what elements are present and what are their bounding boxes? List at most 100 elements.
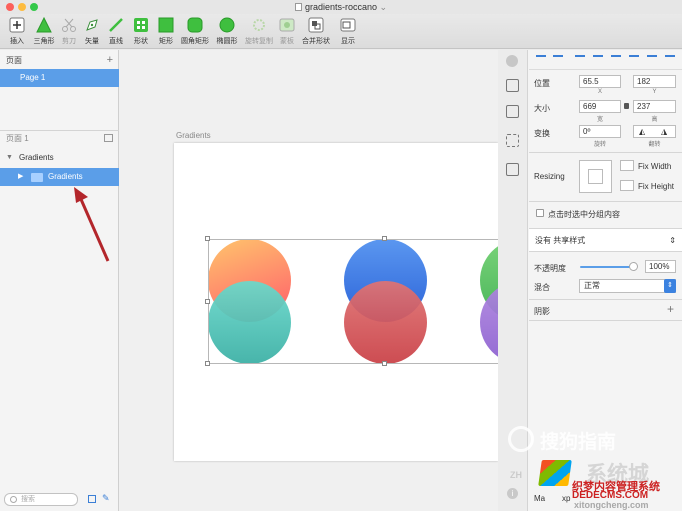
chevron-down-icon[interactable]: ⌄	[380, 2, 388, 12]
search-placeholder: 搜索	[21, 496, 35, 503]
edit-icon[interactable]: ✎	[102, 493, 110, 504]
divider	[529, 201, 682, 202]
resizing-inner-box	[588, 169, 603, 184]
opacity-slider[interactable]	[580, 266, 636, 268]
info-icon[interactable]: i	[507, 488, 518, 499]
divider	[529, 152, 682, 153]
export-icon[interactable]	[506, 79, 519, 92]
fix-width-icon[interactable]	[620, 160, 634, 171]
view-label: 显示	[341, 38, 355, 45]
rotation-sublabel: 旋转	[593, 142, 606, 148]
windows-logo-icon	[538, 460, 572, 486]
align-middle-icon[interactable]	[611, 55, 621, 65]
annotation-arrow	[74, 187, 110, 262]
height-sublabel: 高	[651, 117, 658, 123]
rectangle-icon	[158, 17, 174, 33]
resize-handle-top[interactable]	[382, 236, 387, 241]
resize-handle-top-left[interactable]	[205, 236, 210, 241]
fix-height-label[interactable]: Fix Height	[638, 182, 674, 191]
rounded-rectangle-label: 圆角矩形	[181, 38, 209, 45]
sogou-watermark: 搜狗指南	[540, 432, 617, 453]
layer-item-artboard[interactable]: ▼ Gradients	[0, 149, 119, 167]
position-label: 位置	[534, 79, 550, 88]
oval-icon	[219, 17, 235, 33]
plus-icon	[9, 17, 25, 33]
artboard-layer-label: Gradients	[19, 153, 54, 162]
align-top-icon[interactable]	[593, 55, 603, 65]
add-shadow-icon[interactable]: +	[667, 302, 674, 316]
disclosure-right-icon[interactable]: ▶	[18, 168, 23, 186]
artboard[interactable]	[174, 143, 498, 461]
layers-panel: 页面 + Page 1 页面 1 ▼ Gradients ▶ Gradients	[0, 50, 119, 511]
blend-label: 混合	[534, 283, 550, 292]
shared-style-select[interactable]: 没有 共享样式 ⇕	[529, 228, 682, 252]
shapes-icon	[134, 18, 148, 32]
blend-mode-value: 正常	[584, 281, 600, 290]
x-input[interactable]: 65.5	[579, 75, 621, 88]
width-sublabel: 宽	[596, 117, 603, 123]
rotate-copy-icon	[253, 19, 265, 31]
export-label-partial: Ma	[534, 494, 546, 503]
layers-header: 页面 1	[0, 130, 119, 147]
resize-handle-bottom-left[interactable]	[205, 361, 210, 366]
resizing-control[interactable]	[579, 160, 612, 193]
add-page-icon[interactable]: +	[107, 52, 113, 69]
distribute-horizontal-icon[interactable]	[647, 55, 657, 65]
flip-vertical-icon[interactable]: ◮	[661, 127, 667, 136]
align-left-icon[interactable]	[536, 55, 546, 65]
layer-options-icon[interactable]	[88, 495, 96, 503]
view-icon	[340, 18, 356, 32]
rotation-input[interactable]: 0º	[579, 125, 621, 138]
oval-label: 椭圆形	[216, 38, 238, 45]
layer-item-group[interactable]: ▶ Gradients	[0, 168, 119, 186]
lock-icon[interactable]	[624, 103, 629, 109]
group-click-label: 点击时选中分组内容	[548, 210, 620, 219]
view-button[interactable]: 显示	[331, 17, 365, 46]
divider	[529, 320, 682, 321]
opacity-input[interactable]: 100%	[645, 260, 676, 273]
align-right-icon[interactable]	[575, 55, 585, 65]
align-center-icon[interactable]	[553, 55, 563, 65]
disclosure-down-icon[interactable]: ▼	[6, 149, 13, 167]
pen-icon	[86, 19, 98, 31]
height-input[interactable]: 237	[633, 100, 676, 113]
page-item-page-1[interactable]: Page 1	[0, 69, 119, 87]
oval-button[interactable]: 椭圆形	[210, 17, 244, 46]
grid-icon[interactable]	[506, 134, 519, 147]
blend-mode-select[interactable]: 正常 ⇕	[579, 279, 676, 293]
resize-handle-left[interactable]	[205, 299, 210, 304]
search-icon	[10, 496, 17, 503]
transform-label: 变换	[534, 129, 550, 138]
y-input[interactable]: 182	[633, 75, 676, 88]
artboard-title[interactable]: Gradients	[176, 131, 211, 140]
folder-icon	[31, 173, 43, 182]
resizing-label: Resizing	[534, 172, 565, 181]
fix-width-label[interactable]: Fix Width	[638, 162, 671, 171]
layer-search-input[interactable]: 搜索	[4, 493, 78, 506]
window-title: gradients-roccano ⌄	[0, 2, 682, 13]
opacity-slider-knob[interactable]	[629, 262, 638, 271]
shadow-label: 阴影	[534, 307, 550, 316]
mask-icon	[279, 18, 295, 32]
combine-shapes-button[interactable]: 合并形状	[299, 17, 333, 46]
rounded-rectangle-button[interactable]: 圆角矩形	[178, 17, 212, 46]
zh-watermark-partial: ZH	[510, 470, 522, 480]
align-bottom-icon[interactable]	[629, 55, 639, 65]
fix-height-icon[interactable]	[620, 180, 634, 191]
collapse-icon[interactable]	[104, 134, 113, 142]
pages-header: 页面 +	[0, 52, 119, 69]
toolbar: 插入 三角形 剪刀 矢量 直线 形状 矩形 圆角矩形 椭圆形 旋转复制 蒙板 合…	[0, 14, 682, 49]
distribute-vertical-icon[interactable]	[665, 55, 675, 65]
x-sublabel: X	[597, 89, 602, 95]
triangle-icon	[36, 17, 52, 33]
updown-chevron-icon: ⇕	[669, 236, 676, 245]
image-icon[interactable]	[506, 105, 519, 118]
pages-header-label: 页面	[6, 56, 22, 65]
resize-handle-bottom[interactable]	[382, 361, 387, 366]
flip-horizontal-icon[interactable]: ◭	[639, 127, 645, 136]
layers-header-label: 页面 1	[6, 134, 29, 143]
group-click-checkbox[interactable]	[536, 209, 544, 217]
table-icon[interactable]	[506, 163, 519, 176]
width-input[interactable]: 669	[579, 100, 621, 113]
divider	[529, 299, 682, 300]
